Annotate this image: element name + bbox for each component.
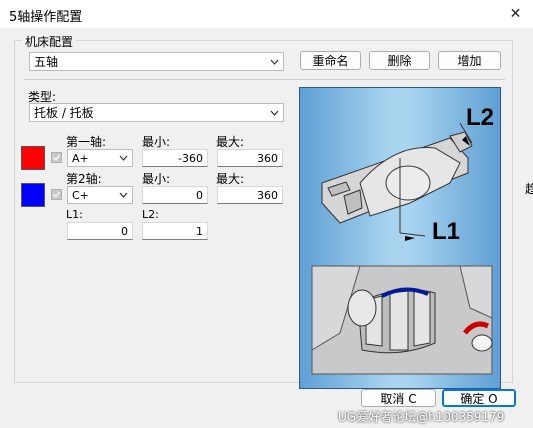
axis2-min-field[interactable]: 0 (142, 186, 208, 204)
rename-button[interactable]: 重命名 (300, 51, 361, 70)
type-select[interactable]: 托板 / 托板 (29, 103, 284, 122)
machine-select-value: 五轴 (34, 55, 59, 69)
cancel-button[interactable]: 取消 C (361, 389, 436, 407)
axis1-select-value: A+ (72, 151, 89, 165)
axis2-select[interactable]: C+ (67, 186, 133, 204)
axis2-max-field[interactable]: 360 (217, 186, 283, 204)
axis2-max-label: 最大: (216, 172, 245, 186)
chevron-down-icon (119, 192, 128, 198)
axis2-min-label: 最小: (142, 172, 171, 186)
axis2-select-value: C+ (72, 188, 89, 202)
background-window-fragment: 趋 (525, 182, 533, 196)
machine-preview: L1 L2 (299, 87, 501, 389)
close-icon: ✕ (509, 6, 522, 22)
separator (24, 79, 505, 80)
axis1-color-swatch[interactable] (21, 146, 45, 170)
l1-label: L1: (66, 208, 83, 221)
delete-button[interactable]: 删除 (369, 51, 430, 70)
axis1-max-label: 最大: (216, 135, 245, 149)
axis1-label: 第一轴: (66, 135, 107, 149)
machine-illustration (311, 122, 493, 375)
ok-button[interactable]: 确定 O (442, 389, 516, 407)
check-icon (53, 154, 61, 161)
watermark: UG爱好者论坛@h100359179 (338, 410, 505, 424)
machine-config-label: 机床配置 (22, 33, 77, 50)
machine-select[interactable]: 五轴 (29, 52, 284, 71)
axis1-min-label: 最小: (142, 135, 171, 149)
axis1-max-field[interactable]: 360 (217, 149, 283, 167)
axis1-select[interactable]: A+ (67, 149, 133, 167)
axis2-color-swatch[interactable] (21, 183, 45, 207)
l2-field[interactable]: 1 (142, 222, 208, 240)
axis1-checkbox[interactable] (51, 152, 62, 163)
chevron-down-icon (119, 155, 128, 161)
l1-field[interactable]: 0 (67, 222, 133, 240)
close-button[interactable]: ✕ (498, 0, 533, 28)
l1-dimension-label: L1 (432, 218, 461, 245)
chevron-down-icon (270, 59, 279, 65)
check-icon (53, 191, 61, 198)
axis1-min-field[interactable]: -360 (142, 149, 208, 167)
chevron-down-icon (270, 110, 279, 116)
axis2-label: 第2轴: (66, 172, 102, 186)
axis2-checkbox[interactable] (51, 189, 62, 200)
type-select-value: 托板 / 托板 (34, 106, 94, 120)
window-title: 5轴操作配置 (9, 10, 83, 25)
l2-label: L2: (142, 208, 159, 221)
l2-dimension-label: L2 (466, 104, 495, 131)
add-button[interactable]: 增加 (438, 51, 501, 70)
